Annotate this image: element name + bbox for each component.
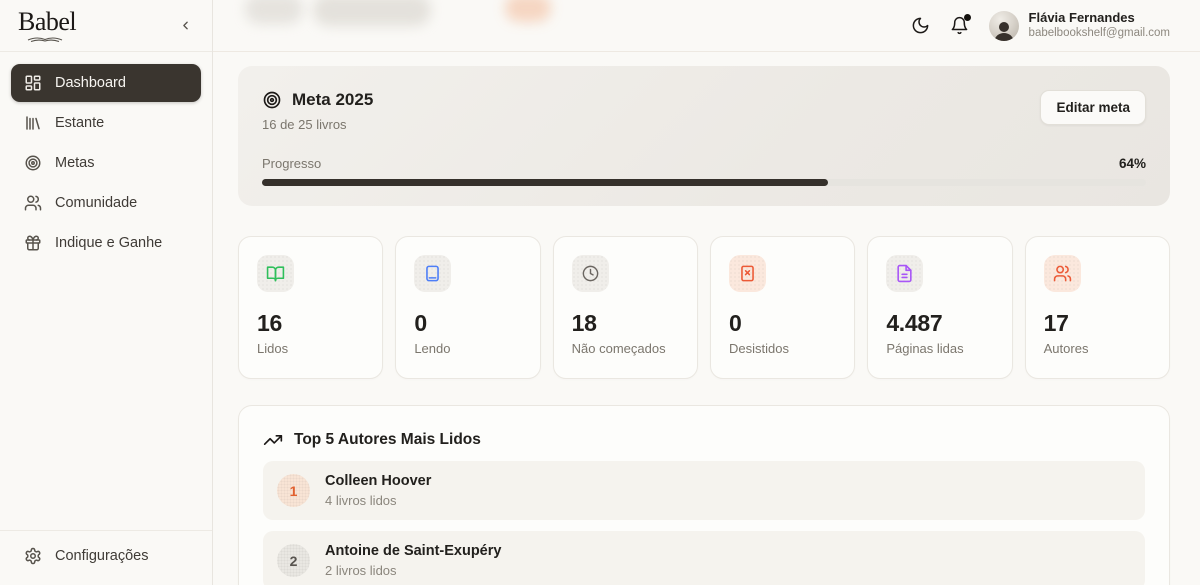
goal-subtitle: 16 de 25 livros bbox=[262, 117, 373, 132]
sidebar-item-label: Comunidade bbox=[55, 195, 137, 211]
rank-badge: 2 bbox=[277, 544, 310, 577]
clock-icon bbox=[572, 255, 609, 292]
sidebar-item-label: Dashboard bbox=[55, 75, 126, 91]
user-menu[interactable]: Flávia Fernandes babelbookshelf@gmail.co… bbox=[989, 10, 1170, 41]
stat-value: 4.487 bbox=[886, 310, 993, 337]
dashboard-grid-icon bbox=[24, 74, 42, 92]
open-book-logo-icon bbox=[26, 36, 64, 43]
stat-value: 16 bbox=[257, 310, 364, 337]
open-book-icon bbox=[257, 255, 294, 292]
sidebar-item-dashboard[interactable]: Dashboard bbox=[11, 64, 201, 102]
goal-progress-fill bbox=[262, 179, 828, 186]
stat-value: 18 bbox=[572, 310, 679, 337]
book-icon bbox=[414, 255, 451, 292]
gift-icon bbox=[24, 234, 42, 252]
stat-card-lendo: 0 Lendo bbox=[395, 236, 540, 379]
target-icon bbox=[24, 154, 42, 172]
sidebar-item-estante[interactable]: Estante bbox=[11, 104, 201, 142]
target-icon bbox=[262, 90, 282, 110]
sidebar-item-label: Indique e Ganhe bbox=[55, 235, 162, 251]
sidebar-item-label: Configurações bbox=[55, 548, 149, 564]
goal-title: Meta 2025 bbox=[292, 90, 373, 110]
sidebar-item-metas[interactable]: Metas bbox=[11, 144, 201, 182]
scrolled-content-ghost bbox=[245, 0, 303, 24]
author-books-count: 4 livros lidos bbox=[325, 493, 431, 508]
users-icon bbox=[1044, 255, 1081, 292]
stat-value: 17 bbox=[1044, 310, 1151, 337]
dark-mode-toggle[interactable] bbox=[911, 16, 930, 35]
library-icon bbox=[24, 114, 42, 132]
goal-progress-bar bbox=[262, 179, 1146, 186]
topbar: Flávia Fernandes babelbookshelf@gmail.co… bbox=[213, 0, 1200, 52]
stat-label: Não começados bbox=[572, 341, 679, 356]
author-name: Antoine de Saint-Exupéry bbox=[325, 543, 501, 559]
scrolled-content-ghost bbox=[313, 0, 431, 26]
sidebar-collapse-button[interactable] bbox=[174, 15, 196, 37]
rank-badge: 1 bbox=[277, 474, 310, 507]
sidebar-header: Babel bbox=[0, 0, 212, 52]
reading-goal-card: Meta 2025 16 de 25 livros Editar meta Pr… bbox=[238, 66, 1170, 206]
top-authors-card: Top 5 Autores Mais Lidos 1 Colleen Hoove… bbox=[238, 405, 1170, 585]
dashboard-content: Meta 2025 16 de 25 livros Editar meta Pr… bbox=[213, 52, 1200, 585]
stat-card-paginas-lidas: 4.487 Páginas lidas bbox=[867, 236, 1012, 379]
sidebar-item-indique-e-ganhe[interactable]: Indique e Ganhe bbox=[11, 224, 201, 262]
stat-card-nao-comecados: 18 Não começados bbox=[553, 236, 698, 379]
gear-icon bbox=[24, 547, 42, 565]
sidebar-item-label: Estante bbox=[55, 115, 104, 131]
chevron-left-icon bbox=[179, 19, 192, 32]
sidebar-menu: Dashboard Estante Metas Comunidade Indiq… bbox=[0, 52, 212, 264]
logo-text: Babel bbox=[18, 9, 76, 35]
author-books-count: 2 livros lidos bbox=[325, 563, 501, 578]
user-name: Flávia Fernandes bbox=[1029, 10, 1170, 26]
sidebar-item-label: Metas bbox=[55, 155, 95, 171]
stat-card-lidos: 16 Lidos bbox=[238, 236, 383, 379]
stat-card-desistidos: 0 Desistidos bbox=[710, 236, 855, 379]
sidebar: Babel Dashboard Estante Met bbox=[0, 0, 213, 585]
stats-row: 16 Lidos 0 Lendo 18 Não começados bbox=[238, 236, 1170, 379]
sidebar-item-comunidade[interactable]: Comunidade bbox=[11, 184, 201, 222]
book-x-icon bbox=[729, 255, 766, 292]
stat-label: Lendo bbox=[414, 341, 521, 356]
stat-label: Autores bbox=[1044, 341, 1151, 356]
trending-up-icon bbox=[263, 430, 283, 450]
progress-label: Progresso bbox=[262, 156, 321, 171]
stat-label: Lidos bbox=[257, 341, 364, 356]
stat-card-autores: 17 Autores bbox=[1025, 236, 1170, 379]
main-area: Flávia Fernandes babelbookshelf@gmail.co… bbox=[213, 0, 1200, 585]
notifications-button[interactable] bbox=[950, 16, 969, 35]
stat-value: 0 bbox=[414, 310, 521, 337]
progress-percent: 64% bbox=[1119, 156, 1146, 171]
author-name: Colleen Hoover bbox=[325, 473, 431, 489]
top-authors-title: Top 5 Autores Mais Lidos bbox=[294, 431, 481, 449]
stat-label: Desistidos bbox=[729, 341, 836, 356]
author-row[interactable]: 2 Antoine de Saint-Exupéry 2 livros lido… bbox=[263, 531, 1145, 585]
moon-icon bbox=[911, 16, 930, 35]
stat-value: 0 bbox=[729, 310, 836, 337]
user-email: babelbookshelf@gmail.com bbox=[1029, 26, 1170, 40]
author-row[interactable]: 1 Colleen Hoover 4 livros lidos bbox=[263, 461, 1145, 520]
stat-label: Páginas lidas bbox=[886, 341, 993, 356]
file-text-icon bbox=[886, 255, 923, 292]
scrolled-content-ghost bbox=[505, 0, 551, 22]
users-icon bbox=[24, 194, 42, 212]
edit-goal-button[interactable]: Editar meta bbox=[1040, 90, 1146, 125]
sidebar-footer: Configurações bbox=[0, 530, 212, 585]
notification-dot bbox=[964, 14, 971, 21]
avatar bbox=[989, 11, 1019, 41]
sidebar-item-configuracoes[interactable]: Configurações bbox=[24, 547, 188, 565]
babel-logo: Babel bbox=[18, 9, 76, 43]
